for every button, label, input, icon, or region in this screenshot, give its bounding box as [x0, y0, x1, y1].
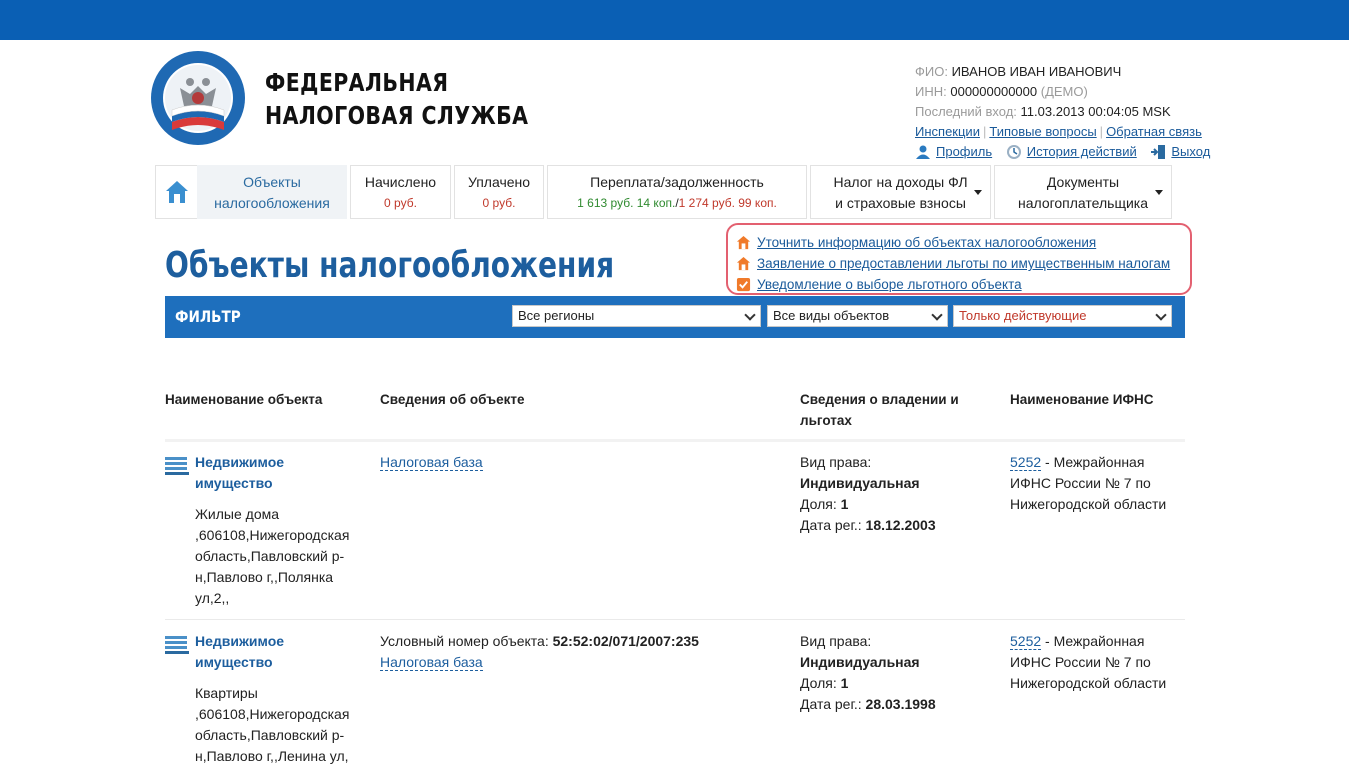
user-fio: ИВАНОВ ИВАН ИВАНОВИЧ	[951, 64, 1122, 79]
tab-documents[interactable]: Документы налогоплательщика	[994, 165, 1172, 219]
header-ifns: Наименование ИФНС	[1010, 392, 1154, 407]
user-info: ФИО: ИВАНОВ ИВАН ИВАНОВИЧ ИНН: 000000000…	[915, 62, 1220, 166]
header-object-info: Сведения об объекте	[380, 392, 525, 407]
tab-paid[interactable]: Уплачено 0 руб.	[454, 165, 544, 219]
inspections-link[interactable]: Инспекции	[915, 124, 980, 139]
filter-bar: ФИЛЬТР Все регионы Все виды объектов Тол…	[165, 296, 1185, 338]
logout-icon	[1151, 145, 1166, 159]
faq-link[interactable]: Типовые вопросы	[989, 124, 1096, 139]
profile-icon	[916, 145, 930, 159]
object-type-select[interactable]: Все виды объектов	[767, 305, 948, 327]
benefit-application-link[interactable]: Заявление о предоставлении льготы по иму…	[757, 256, 1170, 271]
filter-label: ФИЛЬТР	[175, 307, 241, 326]
benefit-notice-link[interactable]: Уведомление о выборе льготного объекта	[757, 277, 1022, 292]
brand-title: ФЕДЕРАЛЬНАЯ НАЛОГОВАЯ СЛУЖБА	[265, 68, 529, 130]
object-info: Условный номер объекта: 52:52:02/071/200…	[380, 633, 699, 671]
logout-link[interactable]: Выход	[1171, 142, 1210, 162]
ifns-code-link[interactable]: 5252	[1010, 454, 1042, 471]
chevron-down-icon	[1155, 309, 1167, 321]
tab-income-tax[interactable]: Налог на доходы ФЛ и страховые взносы	[810, 165, 991, 219]
chevron-down-icon	[974, 190, 982, 195]
page-title: Объекты налогообложения	[165, 245, 615, 286]
user-inn: 000000000000	[950, 84, 1038, 99]
building-icon	[165, 636, 189, 654]
ifns-info: 5252 - Межрайонная ИФНС России № 7 по Ни…	[1010, 454, 1167, 512]
object-name-link[interactable]: Недвижимое имущество	[195, 633, 284, 670]
history-link[interactable]: История действий	[1027, 142, 1137, 162]
tab-overpayment-debt[interactable]: Переплата/задолженность 1 613 руб. 14 ко…	[547, 165, 807, 219]
ownership-info: Вид права: Индивидуальная Доля: 1 Дата р…	[800, 454, 936, 533]
row-divider	[165, 619, 1185, 620]
building-icon	[165, 457, 189, 475]
object-info: Налоговая база	[380, 452, 483, 473]
house-icon	[736, 235, 751, 250]
header-divider	[165, 439, 1185, 442]
ownership-info: Вид права: Индивидуальная Доля: 1 Дата р…	[800, 633, 936, 712]
header-ownership: Сведения о владении и льготах	[800, 392, 959, 428]
main-nav: Объекты налогообложения Начислено 0 руб.…	[155, 165, 1175, 219]
tax-base-link[interactable]: Налоговая база	[380, 654, 483, 671]
chevron-down-icon	[744, 309, 756, 321]
clarify-objects-link[interactable]: Уточнить информацию об объектах налогооб…	[757, 235, 1096, 250]
region-select[interactable]: Все регионы	[512, 305, 761, 327]
home-tab[interactable]	[155, 165, 197, 219]
notice-icon	[736, 277, 751, 292]
chevron-down-icon	[931, 309, 943, 321]
feedback-link[interactable]: Обратная связь	[1106, 124, 1202, 139]
object-name-link[interactable]: Недвижимое имущество	[195, 454, 284, 491]
table-row: Недвижимое имущество Квартиры ,606108,Ниж…	[195, 633, 350, 764]
tab-objects[interactable]: Объекты налогообложения	[197, 165, 347, 219]
chevron-down-icon	[1155, 190, 1163, 195]
actions-box: Уточнить информацию об объектах налогооб…	[726, 223, 1192, 295]
header-object-name: Наименование объекта	[165, 392, 323, 407]
house-icon	[736, 256, 751, 271]
tax-base-link[interactable]: Налоговая база	[380, 454, 483, 471]
last-login: 11.03.2013 00:04:05 MSK	[1020, 104, 1171, 119]
profile-link[interactable]: Профиль	[936, 142, 992, 162]
history-icon	[1006, 145, 1021, 159]
ifns-info: 5252 - Межрайонная ИФНС России № 7 по Ни…	[1010, 633, 1167, 691]
home-icon	[165, 181, 188, 203]
top-bar	[0, 0, 1349, 40]
status-select[interactable]: Только действующие	[953, 305, 1172, 327]
ifns-code-link[interactable]: 5252	[1010, 633, 1042, 650]
tab-accrued[interactable]: Начислено 0 руб.	[350, 165, 451, 219]
table-row: Недвижимое имущество Жилые дома ,606108,Н…	[195, 454, 350, 606]
fns-emblem-icon	[151, 51, 245, 145]
